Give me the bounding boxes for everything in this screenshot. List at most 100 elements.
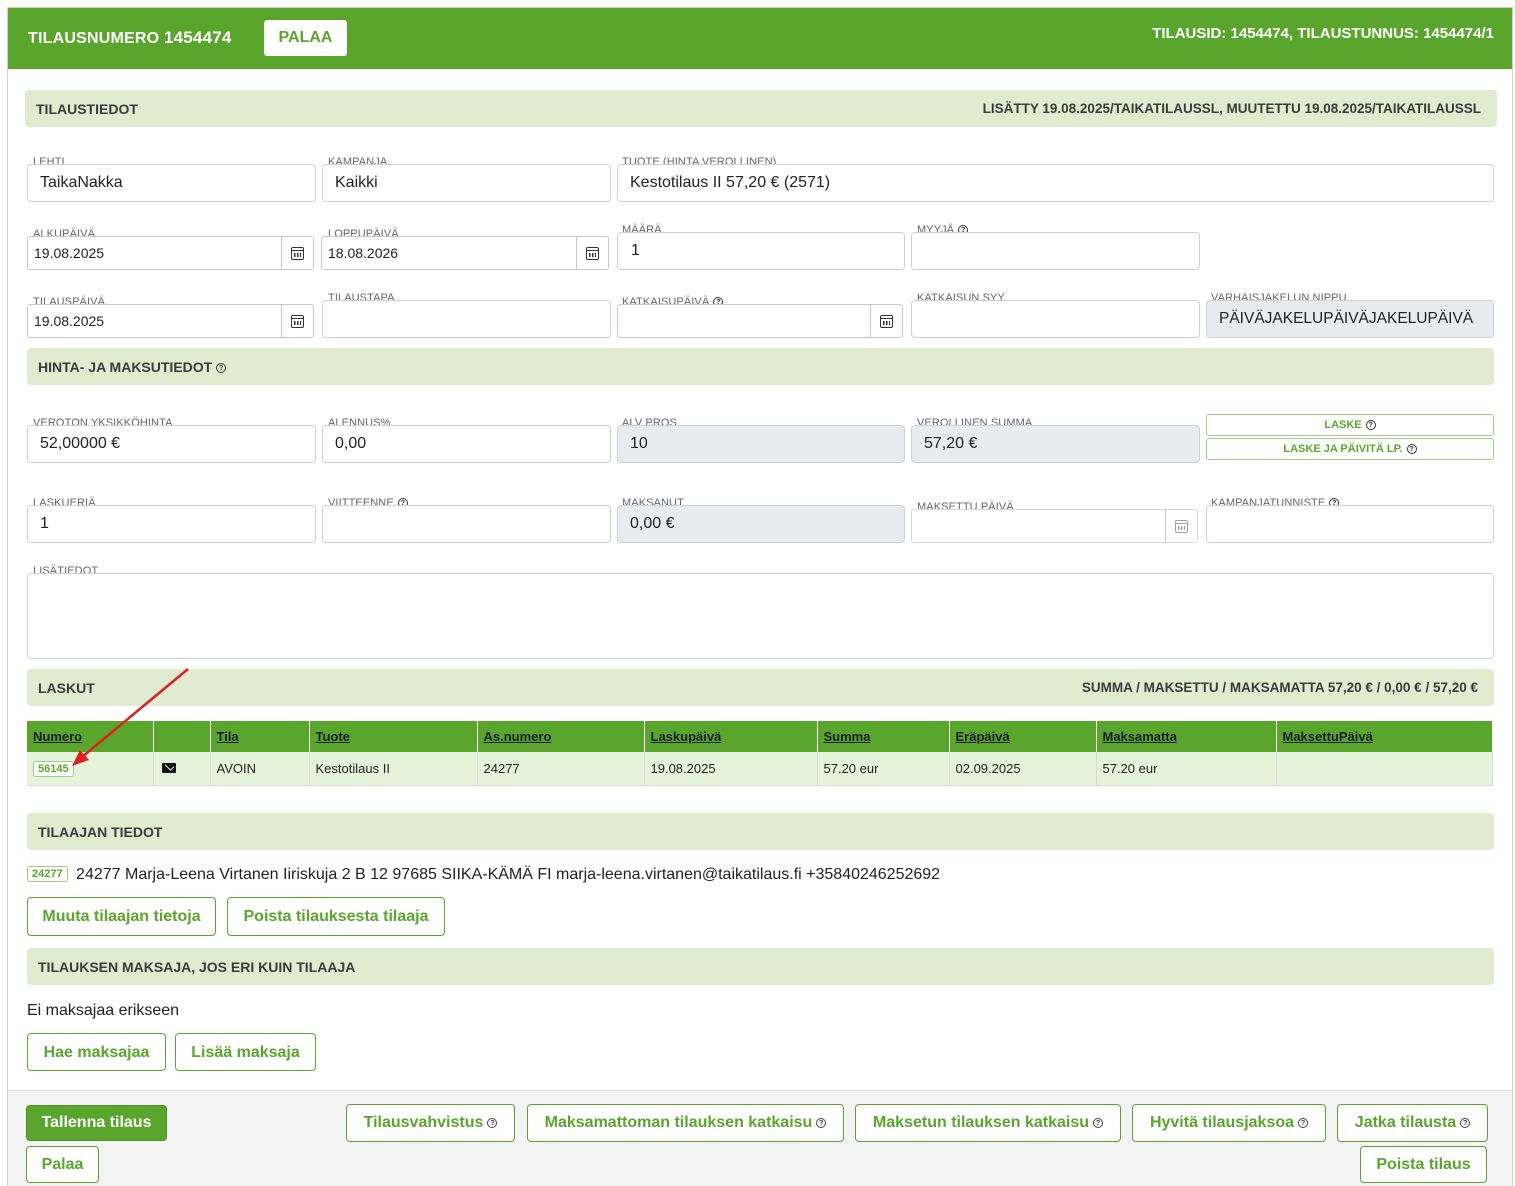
col-summa[interactable]: Summa [817,721,950,752]
tilauspaiva-value: 19.08.2025 [34,313,105,329]
order-info-title: TILAUSTIEDOT [36,101,138,117]
col-laskupaiva[interactable]: Laskupäivä [644,721,818,752]
help-icon[interactable]: ? [1365,420,1376,431]
edit-subscriber-button[interactable]: Muuta tilaajan tietoja [27,897,216,936]
laske-paivita-button-label: LASKE JA PÄIVITÄ LP. [1283,443,1403,455]
order-confirmation-button[interactable]: Tilausvahvistus? [346,1104,515,1142]
continue-order-label: Jatka tilausta [1354,1114,1457,1131]
laskuera-field[interactable]: 1 [27,505,316,543]
credit-period-button[interactable]: Hyvitä tilausjaksoa? [1132,1104,1326,1142]
tuote-field[interactable]: Kestotilaus II 57,20 € (2571) [617,164,1494,202]
table-row: 56145 AVOIN Kestotilaus II 24277 19.08.2… [27,752,1493,786]
cut-paid-button[interactable]: Maksetun tilauksen katkaisu? [855,1104,1121,1142]
cut-unpaid-label: Maksamattoman tilauksen katkaisu [544,1114,813,1131]
help-icon[interactable]: ? [816,1117,827,1128]
col-maksettu-paiva[interactable]: MaksettuPäivä [1276,721,1493,752]
order-title-label: TILAUSNUMERO [28,30,160,47]
col-maksamatta[interactable]: Maksamatta [1096,721,1277,752]
cell-icon [153,752,211,786]
katkaisupaiva-field[interactable] [617,304,903,338]
order-info-header: TILAUSTIEDOT LISÄTTY 19.08.2025/TAIKATIL… [25,90,1497,127]
alkupaiva-value: 19.08.2025 [34,245,105,261]
back-button-top[interactable]: PALAA [264,20,347,56]
alkupaiva-field[interactable]: 19.08.2025 [27,236,314,270]
calendar-icon[interactable] [870,305,902,337]
calendar-icon[interactable] [281,237,313,269]
maksettu-paiva-field[interactable] [911,509,1198,543]
invoices-summary: SUMMA / MAKSETTU / MAKSAMATTA 57,20 € / … [1081,680,1478,695]
loppupaiva-value: 18.08.2026 [328,245,399,261]
invoices-title: LASKUT [38,680,95,696]
subscriber-number-link[interactable]: 24277 [27,866,68,882]
fetch-payer-button[interactable]: Hae maksajaa [27,1033,166,1071]
help-icon[interactable]: ? [216,363,227,374]
loppupaiva-field[interactable]: 18.08.2026 [321,236,609,270]
help-icon[interactable]: ? [487,1117,498,1128]
laske-paivita-button[interactable]: LASKE JA PÄIVITÄ LP.? [1206,438,1494,460]
save-order-button[interactable]: Tallenna tilaus [26,1105,167,1141]
add-payer-button[interactable]: Lisää maksaja [175,1033,316,1071]
help-icon[interactable]: ? [1093,1117,1104,1128]
help-icon[interactable]: ? [1298,1117,1309,1128]
calendar-icon[interactable] [281,305,313,337]
remove-subscriber-button[interactable]: Poista tilauksesta tilaaja [227,897,445,936]
cell-tuote: Kestotilaus II [309,752,478,786]
col-asnumero[interactable]: As.numero [477,721,645,752]
back-button-bottom[interactable]: Palaa [26,1146,99,1183]
cut-unpaid-button[interactable]: Maksamattoman tilauksen katkaisu? [527,1104,844,1142]
help-icon[interactable]: ? [1406,444,1417,455]
calendar-icon[interactable] [576,237,608,269]
myyja-field[interactable] [911,232,1200,270]
col-tila[interactable]: Tila [210,721,310,752]
cell-maksettu-paiva [1276,752,1493,786]
calendar-icon[interactable] [1165,510,1197,542]
maara-field[interactable]: 1 [617,232,905,270]
cell-summa: 57.20 eur [817,752,950,786]
cell-tila: AVOIN [210,752,310,786]
price-section-title: HINTA- JA MAKSUTIEDOT? [38,359,227,375]
price-section-header: HINTA- JA MAKSUTIEDOT? [27,348,1494,385]
payer-none-text: Ei maksajaa erikseen [27,1002,180,1019]
continue-order-button[interactable]: Jatka tilausta? [1337,1104,1488,1142]
alennus-field[interactable]: 0,00 [322,425,611,463]
order-number: 1454474 [163,28,232,47]
laske-button-label: LASKE [1324,419,1362,431]
order-info-meta: LISÄTTY 19.08.2025/TAIKATILAUSSL, MUUTET… [982,101,1481,116]
credit-period-label: Hyvitä tilausjaksoa [1149,1114,1295,1131]
maksanut-field: 0,00 € [617,505,905,543]
col-tuote[interactable]: Tuote [309,721,478,752]
lehti-field[interactable]: TaikaNakka [27,164,316,202]
viitteenne-field[interactable] [322,505,611,543]
laske-button[interactable]: LASKE? [1206,414,1494,436]
cell-maksamatta: 57.20 eur [1096,752,1277,786]
footer-bar: Tallenna tilaus Tilausvahvistus? Maksama… [8,1090,1512,1186]
col-numero[interactable]: Numero [27,721,154,752]
payer-title: TILAUKSEN MAKSAJA, JOS ERI KUIN TILAAJA [38,959,356,975]
subscriber-info: 24277 24277 Marja-Leena Virtanen Iirisku… [27,866,940,884]
order-title: TILAUSNUMERO 1454474 [28,28,232,48]
kampanjatunniste-field[interactable] [1206,505,1494,543]
delete-order-button[interactable]: Poista tilaus [1360,1146,1487,1183]
cell-erapaiva: 02.09.2025 [949,752,1097,786]
varhaisjakelu-field[interactable]: PÄIVÄJAKELUPÄIVÄJAKELUPÄIVÄ [1206,300,1494,338]
envelope-icon[interactable] [161,762,176,773]
col-erapaiva[interactable]: Eräpäivä [949,721,1097,752]
table-header-row: Numero Tila Tuote As.numero Laskupäivä S… [27,721,1493,752]
cut-paid-label: Maksetun tilauksen katkaisu [872,1114,1090,1131]
help-icon[interactable]: ? [1460,1117,1471,1128]
subscriber-header: TILAAJAN TIEDOT [27,813,1494,850]
kampanja-field[interactable]: Kaikki [322,164,611,202]
price-section-title-text: HINTA- JA MAKSUTIEDOT [38,359,213,375]
subscriber-details: 24277 Marja-Leena Virtanen Iiriskuja 2 B… [76,866,941,883]
tilauspaiva-field[interactable]: 19.08.2025 [27,304,314,338]
katkaisun-syy-field[interactable] [911,300,1200,338]
invoice-number-link[interactable]: 56145 [33,760,74,777]
tilaustapa-field[interactable] [322,300,611,338]
invoices-table: Numero Tila Tuote As.numero Laskupäivä S… [27,721,1493,786]
veroton-field[interactable]: 52,00000 € [27,425,316,463]
lisatiedot-textarea[interactable] [27,573,1494,659]
order-confirmation-label: Tilausvahvistus [363,1114,484,1131]
invoices-header: LASKUT SUMMA / MAKSETTU / MAKSAMATTA 57,… [27,669,1494,706]
cell-asnumero: 24277 [477,752,645,786]
payer-header: TILAUKSEN MAKSAJA, JOS ERI KUIN TILAAJA [27,948,1494,985]
